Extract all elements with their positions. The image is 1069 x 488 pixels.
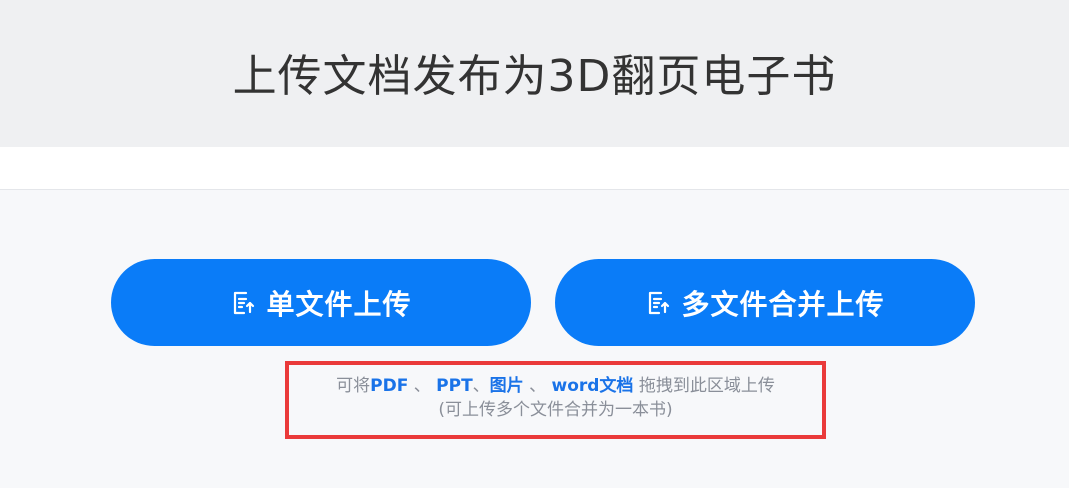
multi-file-upload-label: 多文件合并上传 <box>681 287 885 321</box>
file-upload-icon <box>230 290 256 316</box>
hint-prefix: 可将 <box>336 376 371 396</box>
single-file-upload-button[interactable]: 单文件上传 <box>111 259 531 346</box>
divider-band <box>0 147 1069 190</box>
format-pdf: PDF <box>370 376 409 396</box>
format-ppt: PPT <box>436 376 473 396</box>
hint-separator: 、 <box>408 376 431 396</box>
single-file-upload-label: 单文件上传 <box>266 287 412 321</box>
format-image: 图片 <box>489 376 524 396</box>
hint-formats-line: 可将PDF 、 PPT、图片 、 word文档 拖拽到此区域上传 <box>289 374 822 398</box>
page-header: 上传文档发布为3D翻页电子书 <box>0 0 1069 147</box>
hint-merge-note: (可上传多个文件合并为一本书) <box>438 400 673 420</box>
hint-separator: 、 <box>472 376 490 396</box>
multi-file-merge-upload-button[interactable]: 多文件合并上传 <box>555 259 975 346</box>
format-word: word文档 <box>551 376 634 396</box>
hint-separator: 、 <box>523 376 547 396</box>
file-upload-icon <box>645 290 671 316</box>
page-title: 上传文档发布为3D翻页电子书 <box>232 50 837 102</box>
upload-hint: 可将PDF 、 PPT、图片 、 word文档 拖拽到此区域上传 (可上传多个文… <box>285 361 826 439</box>
hint-suffix: 拖拽到此区域上传 <box>633 376 775 396</box>
